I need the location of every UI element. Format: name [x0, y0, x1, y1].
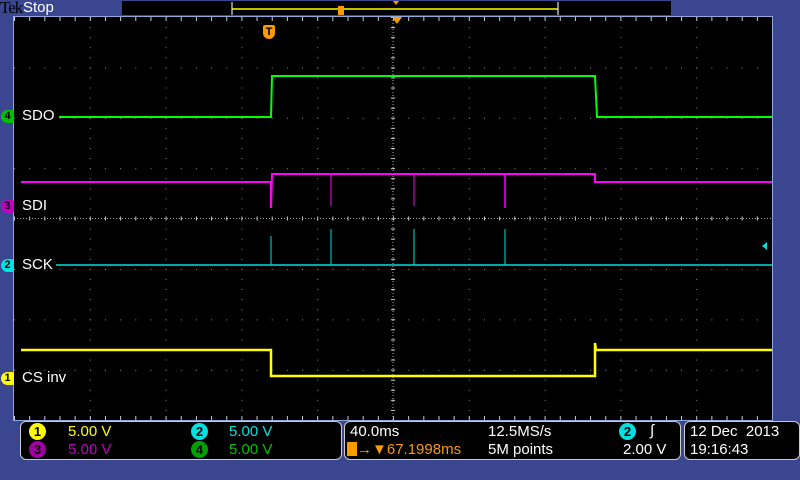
trigger-marker-icon: T	[263, 25, 275, 39]
trigger-time-icon	[392, 17, 402, 24]
trace-sdi	[21, 173, 772, 209]
horizontal-trigger-panel[interactable]: 40.0ms →▼67.1998ms 12.5MS/s 5M points 2 …	[344, 421, 681, 460]
ch3-scale: 5.00 V	[68, 441, 112, 458]
trigger-position-icon	[338, 6, 344, 15]
ch3-marker[interactable]: 3	[1, 200, 14, 213]
acquisition-status: Stop	[23, 0, 54, 16]
ch3-badge: 3	[29, 441, 46, 458]
ch2-label: SCK	[22, 256, 53, 273]
waveform-display[interactable]: T	[13, 16, 773, 421]
ch4-scale: 5.00 V	[229, 441, 273, 458]
ch3-label: SDI	[22, 197, 48, 214]
date: 12 Dec 2013	[690, 423, 780, 440]
timebase: 40.0ms	[350, 423, 400, 440]
sample-rate: 12.5MS/s	[488, 423, 552, 440]
record-length: 5M points	[488, 441, 554, 458]
ch1-label: CS inv	[22, 369, 67, 386]
waveforms	[21, 17, 772, 378]
ch2-badge: 2	[191, 423, 208, 440]
rising-edge-icon: ∫	[650, 422, 655, 439]
trigger-level: 2.00 V	[623, 441, 667, 458]
ch2-marker[interactable]: 2	[1, 259, 14, 272]
ch1-badge: 1	[29, 423, 46, 440]
ch4-badge: 4	[191, 441, 208, 458]
trace-cs	[21, 342, 772, 378]
status-bar: Tek Stop	[0, 0, 800, 17]
trigger-offset-icon	[347, 442, 357, 456]
trigger-level-icon	[762, 242, 767, 250]
time: 19:16:43	[690, 441, 749, 458]
ch4-marker[interactable]: 4	[1, 110, 14, 123]
trigger-source-badge: 2	[619, 423, 636, 440]
datetime-panel: 12 Dec 2013 19:16:43	[684, 421, 800, 460]
trigger-offset: →▼67.1998ms	[347, 441, 461, 458]
record-view-bar[interactable]	[122, 1, 671, 15]
ch1-scale: 5.00 V	[68, 423, 112, 440]
ch4-label: SDO	[22, 107, 55, 124]
ch2-scale: 5.00 V	[229, 423, 273, 440]
channel-scale-panel[interactable]: 1 5.00 V 3 5.00 V 2 5.00 V 4 5.00 V	[20, 421, 342, 460]
ch1-marker[interactable]: 1	[1, 372, 14, 385]
trace-sdo	[59, 75, 772, 118]
trigger-offset-value: 67.1998ms	[386, 441, 462, 458]
